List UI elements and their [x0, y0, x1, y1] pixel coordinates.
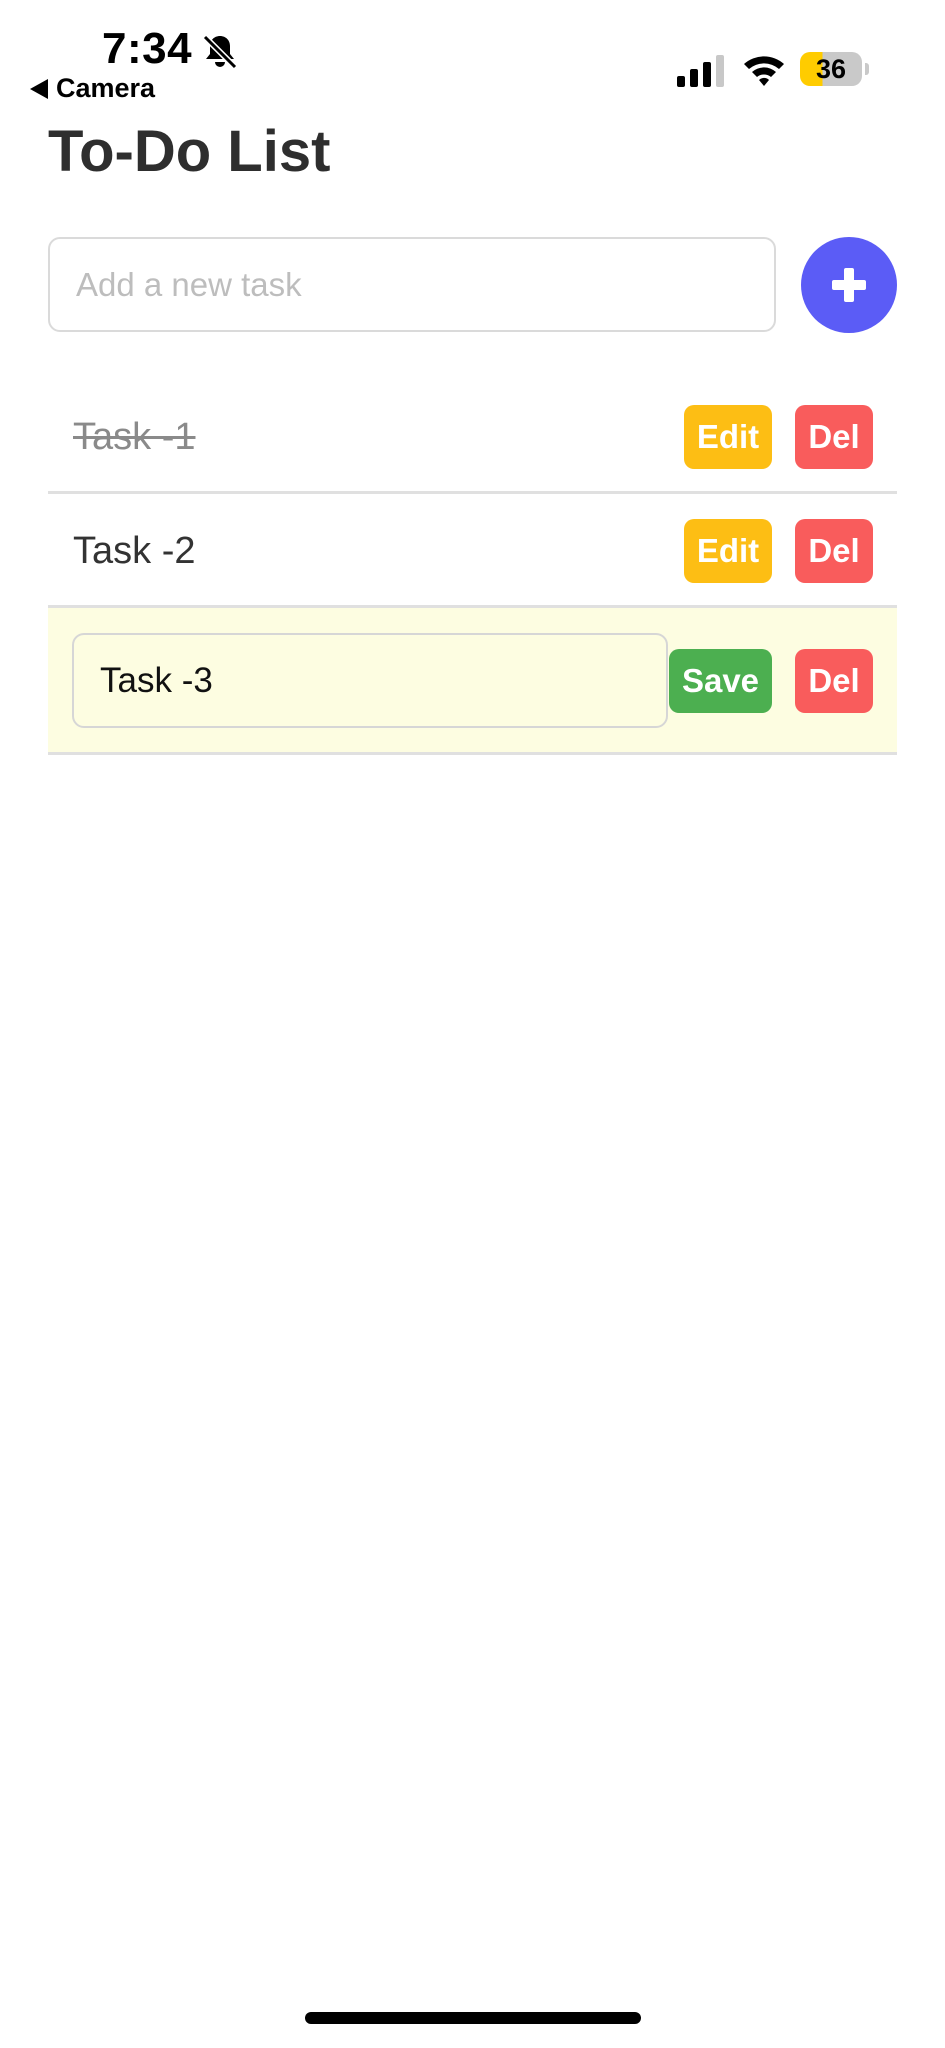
- status-bar: 7:34 Camera 36: [0, 0, 945, 110]
- status-time: 7:34: [102, 24, 193, 73]
- task-row-editing: Save Del: [48, 608, 897, 755]
- bell-slash-icon: [202, 34, 238, 70]
- battery-cap: [865, 63, 869, 75]
- delete-task-button[interactable]: Del: [795, 519, 873, 583]
- back-arrow-icon: [30, 78, 48, 99]
- edit-task-button[interactable]: Edit: [684, 519, 772, 583]
- wifi-icon: [744, 56, 784, 86]
- new-task-input[interactable]: [48, 237, 776, 332]
- back-link-label: Camera: [56, 73, 156, 103]
- todo-app-screen: 7:34 Camera 36 To-Do List Add a new task…: [0, 0, 945, 2048]
- save-task-button[interactable]: Save: [669, 649, 772, 713]
- battery-icon: 36: [800, 52, 869, 86]
- page-title: To-Do List: [48, 119, 331, 184]
- delete-task-button[interactable]: Del: [795, 649, 873, 713]
- task-text[interactable]: Task -1: [73, 380, 195, 494]
- task-row: Task -1 Edit Del: [48, 380, 897, 494]
- battery-level: 36: [800, 52, 862, 86]
- task-edit-input[interactable]: [72, 633, 668, 728]
- task-row: Task -2 Edit Del: [48, 494, 897, 608]
- edit-task-button[interactable]: Edit: [684, 405, 772, 469]
- delete-task-button[interactable]: Del: [795, 405, 873, 469]
- cellular-signal-icon: [677, 55, 724, 87]
- home-indicator[interactable]: [305, 2012, 641, 2024]
- task-text[interactable]: Task -2: [73, 494, 195, 608]
- add-task-button[interactable]: [801, 237, 897, 333]
- plus-icon: [832, 268, 866, 302]
- task-list: Task -1 Edit Del Task -2 Edit Del Save D…: [48, 380, 897, 755]
- back-to-camera-link[interactable]: Camera: [30, 73, 155, 104]
